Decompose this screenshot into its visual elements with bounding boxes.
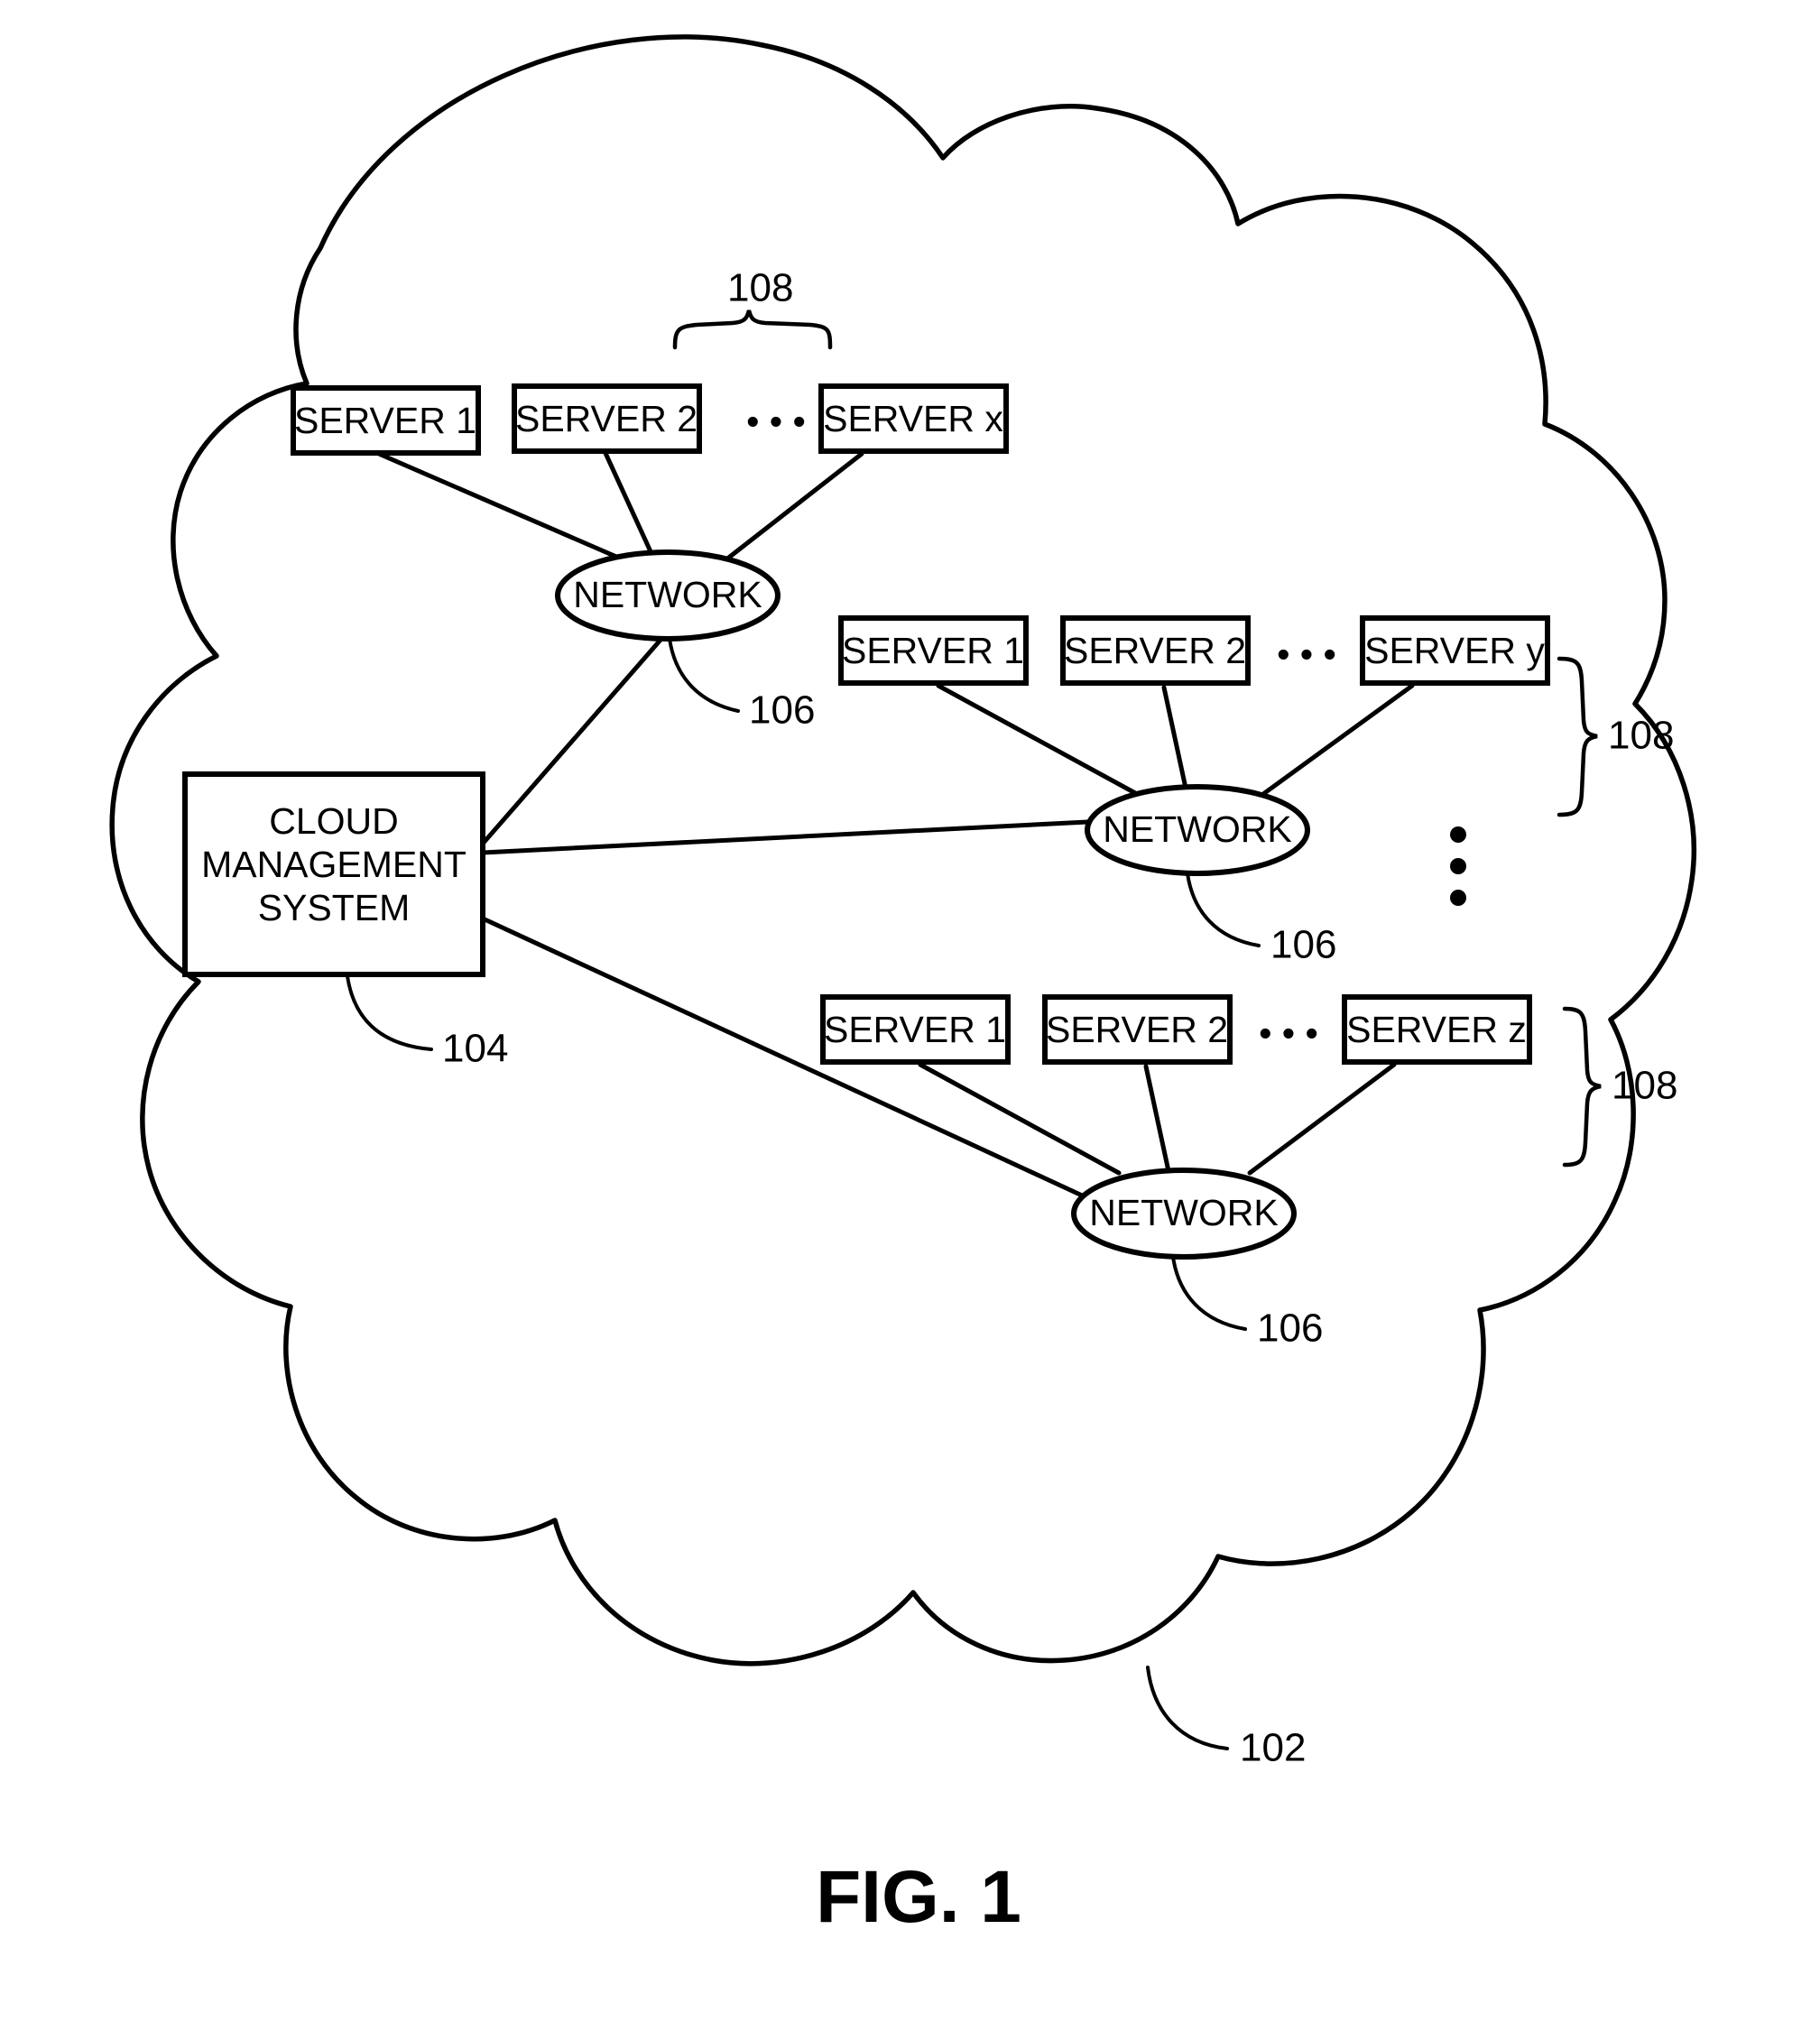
vertical-ellipsis-dot-2 bbox=[1450, 858, 1466, 874]
vertical-ellipsis-dot-1 bbox=[1450, 826, 1466, 843]
server-label-g3-1: SERVER 1 bbox=[824, 1009, 1006, 1050]
ref-label-108-g2: 108 bbox=[1608, 714, 1674, 758]
server-label-g2-3: SERVER y bbox=[1364, 630, 1545, 671]
server-label-g2-1: SERVER 1 bbox=[842, 630, 1024, 671]
ellipsis-g3: • • • bbox=[1259, 1012, 1318, 1054]
ref-label-102: 102 bbox=[1240, 1726, 1306, 1770]
figure-caption: FIG. 1 bbox=[816, 1856, 1021, 1938]
cms-label-line-3: SYSTEM bbox=[258, 887, 411, 928]
cms-label-line-1: CLOUD bbox=[269, 800, 399, 842]
server-label-g3-2: SERVER 2 bbox=[1046, 1009, 1228, 1050]
ref-label-106-g3: 106 bbox=[1257, 1306, 1323, 1351]
ref-label-106-g1: 106 bbox=[749, 688, 815, 733]
ref-label-108-g3: 108 bbox=[1612, 1064, 1677, 1108]
group-1-servers: SERVER 1 SERVER 2 • • • SERVER x bbox=[291, 383, 1009, 456]
ref-label-106-g2: 106 bbox=[1270, 923, 1336, 967]
figure-canvas: SERVER 1 SERVER 2 • • • SERVER x 108 NET… bbox=[109, 34, 1697, 1938]
ref-label-104: 104 bbox=[442, 1027, 508, 1071]
network-label-g3: NETWORK bbox=[1089, 1192, 1279, 1233]
server-label-g1-2: SERVER 2 bbox=[515, 398, 698, 439]
server-label-g1-3: SERVER x bbox=[823, 398, 1003, 439]
server-label-g2-2: SERVER 2 bbox=[1064, 630, 1246, 671]
ref-label-108-g1: 108 bbox=[727, 266, 793, 310]
group-3-servers: SERVER 1 SERVER 2 • • • SERVER z bbox=[820, 994, 1532, 1065]
server-label-g1-1: SERVER 1 bbox=[294, 400, 476, 441]
leader-102 bbox=[1146, 1666, 1229, 1750]
ellipsis-g2: • • • bbox=[1277, 633, 1336, 675]
ellipsis-g1: • • • bbox=[746, 401, 806, 442]
server-label-g3-3: SERVER z bbox=[1346, 1009, 1527, 1050]
vertical-ellipsis-between-groups bbox=[1450, 826, 1466, 906]
network-label-g1: NETWORK bbox=[573, 574, 762, 615]
patent-figure-page: SERVER 1 SERVER 2 • • • SERVER x 108 NET… bbox=[0, 0, 1820, 2031]
vertical-ellipsis-dot-3 bbox=[1450, 890, 1466, 906]
cloud-reference: 102 bbox=[1146, 1666, 1306, 1770]
cms-label-line-2: MANAGEMENT bbox=[201, 844, 467, 885]
network-label-g2: NETWORK bbox=[1103, 808, 1292, 850]
group-2-servers: SERVER 1 SERVER 2 • • • SERVER y bbox=[838, 615, 1550, 686]
